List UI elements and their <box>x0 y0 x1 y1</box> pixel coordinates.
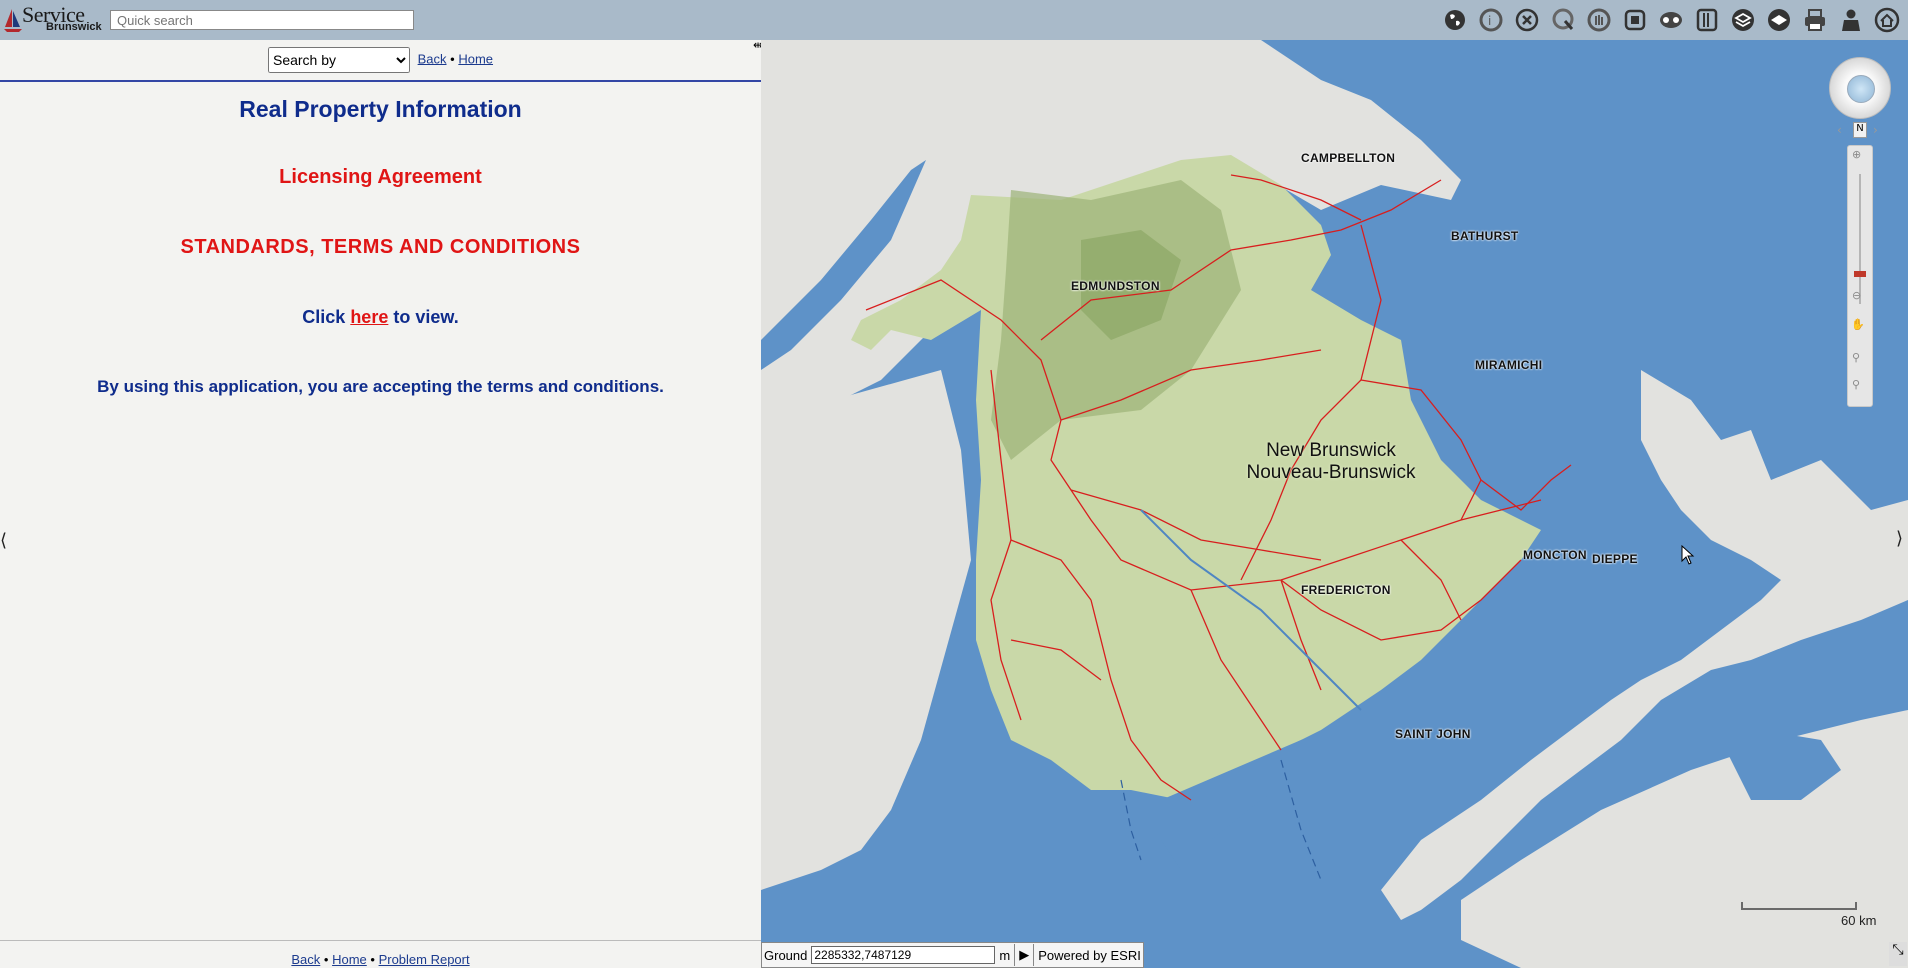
service-nb-logo[interactable]: Service Brunswick <box>2 2 102 35</box>
basemap-icon[interactable] <box>1764 5 1794 35</box>
clear-icon[interactable] <box>1512 5 1542 35</box>
logo-text-brunswick: Brunswick <box>46 21 102 33</box>
identify-icon[interactable]: i <box>1476 5 1506 35</box>
acceptance-notice: By using this application, you are accep… <box>97 377 664 396</box>
scale-label: 60 km <box>1841 913 1877 928</box>
logo-ship-icon <box>4 9 22 32</box>
click-suffix: to view. <box>393 307 459 327</box>
left-panel: Search by Back • Home Real Property Info… <box>0 40 761 968</box>
footer-back-link[interactable]: Back <box>291 952 320 967</box>
zoom-in-icon[interactable]: ⊕ <box>1852 148 1861 161</box>
footer-separator: • <box>323 952 333 967</box>
rotate-right-icon[interactable]: › <box>1873 123 1878 137</box>
mouse-cursor-icon <box>1681 545 1695 565</box>
coord-separator <box>1033 944 1035 966</box>
home-link[interactable]: Home <box>458 51 493 66</box>
left-nav-row: Search by Back • Home <box>0 47 761 73</box>
map-basemap <box>761 40 1908 968</box>
print-icon[interactable] <box>1800 5 1830 35</box>
zoom-box-out-icon[interactable]: ⚲ <box>1852 378 1860 391</box>
city-label: BATHURST <box>1451 229 1519 243</box>
zoom-box-in-icon[interactable]: ⚲ <box>1852 351 1860 364</box>
licensing-heading: Licensing Agreement <box>279 166 482 188</box>
select-icon[interactable] <box>1548 5 1578 35</box>
zoom-out-icon[interactable]: ⊖ <box>1852 289 1861 302</box>
province-name-en: New Brunswick <box>1266 440 1396 461</box>
back-link[interactable]: Back <box>418 51 447 66</box>
pan-rose-control[interactable] <box>1829 57 1891 119</box>
pan-icon[interactable] <box>1584 5 1614 35</box>
footer-separator: • <box>370 952 379 967</box>
here-link[interactable]: here <box>350 307 388 327</box>
city-label: DIEPPE <box>1592 552 1638 566</box>
network-icon[interactable] <box>1656 5 1686 35</box>
footer-home-link[interactable]: Home <box>332 952 367 967</box>
city-label: FREDERICTON <box>1301 583 1391 597</box>
coord-unit: m <box>999 947 1011 963</box>
city-label: CAMPBELLTON <box>1301 151 1396 165</box>
view-terms-line: Click here to view. <box>0 307 761 328</box>
zoom-slider[interactable]: ⊕ ⊖ ✋ ⚲ ⚲ <box>1847 145 1873 407</box>
footer-links: Back • Home • Problem Report <box>0 940 761 967</box>
coordinate-bar: Ground m ▶ Powered by ESRI <box>761 942 1144 968</box>
nav-separator: • <box>450 51 455 67</box>
rotate-left-icon[interactable]: ‹ <box>1837 123 1842 137</box>
go-arrow-icon[interactable]: ▶ <box>1019 947 1029 963</box>
collapse-right-icon[interactable]: ⟩ <box>1896 528 1903 549</box>
coord-separator <box>1014 944 1016 966</box>
coord-label: Ground <box>764 947 808 963</box>
user-icon[interactable] <box>1836 5 1866 35</box>
layers-icon[interactable] <box>1728 5 1758 35</box>
province-label: New Brunswick Nouveau-Brunswick <box>1231 440 1431 484</box>
problem-report-link[interactable]: Problem Report <box>379 952 470 967</box>
full-extent-icon[interactable] <box>1620 5 1650 35</box>
hand-pan-icon[interactable]: ✋ <box>1851 318 1865 331</box>
quick-search-input[interactable] <box>110 10 414 30</box>
map-view[interactable]: CAMPBELLTON BATHURST EDMUNDSTON MIRAMICH… <box>761 40 1908 968</box>
city-label: MIRAMICHI <box>1475 358 1543 372</box>
page-title: Real Property Information <box>239 96 522 122</box>
province-name-fr: Nouveau-Brunswick <box>1246 462 1416 483</box>
city-label: EDMUNDSTON <box>1071 279 1160 293</box>
powered-by-esri[interactable]: Powered by ESRI <box>1038 948 1143 963</box>
zoom-track[interactable] <box>1859 174 1861 304</box>
city-label: SAINT JOHN <box>1395 727 1471 741</box>
center-globe-icon[interactable] <box>1847 75 1875 103</box>
coordinate-input[interactable] <box>811 946 996 964</box>
top-bar: Service Brunswick i <box>0 0 1908 40</box>
north-indicator[interactable]: N <box>1853 122 1867 138</box>
svg-text:i: i <box>1488 14 1491 28</box>
click-prefix: Click <box>302 307 346 327</box>
city-label: MONCTON <box>1523 548 1587 562</box>
collapse-left-icon[interactable]: ⟨ <box>0 530 7 551</box>
search-by-select[interactable]: Search by <box>267 47 410 73</box>
home-icon[interactable] <box>1872 5 1902 35</box>
map-toolbar: i <box>1440 0 1908 40</box>
scale-bar <box>1741 902 1857 910</box>
terms-heading: STANDARDS, TERMS AND CONDITIONS <box>180 236 581 258</box>
resize-corner-icon[interactable]: ⤡ <box>1889 942 1907 966</box>
measure-icon[interactable] <box>1692 5 1722 35</box>
zoom-thumb[interactable] <box>1854 271 1866 277</box>
globe-icon[interactable] <box>1440 5 1470 35</box>
header-divider <box>0 80 761 82</box>
